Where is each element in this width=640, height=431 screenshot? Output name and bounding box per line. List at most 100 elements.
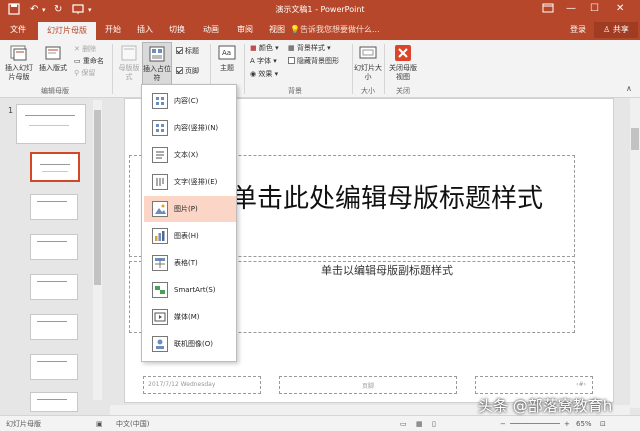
checkbox-footer: [176, 67, 183, 74]
dd-item-content[interactable]: 内容(C): [144, 88, 236, 114]
dd-item-smartart[interactable]: SmartArt(S): [144, 277, 236, 303]
smartart-icon: [152, 282, 168, 298]
thumbnail-layout[interactable]: [30, 354, 78, 380]
dd-item-media[interactable]: 媒体(M): [144, 304, 236, 330]
zoom-out-icon[interactable]: −: [500, 419, 506, 429]
tab-view[interactable]: 视图: [264, 20, 290, 40]
thumbnail-layout[interactable]: [30, 194, 78, 220]
person-icon: ♙: [603, 25, 611, 34]
zoom-level[interactable]: 65%: [576, 419, 592, 429]
scrollbar-thumb[interactable]: [94, 110, 101, 285]
checkbox-title: [176, 47, 183, 54]
canvas-vertical-scrollbar[interactable]: [630, 98, 640, 408]
slide-size-button[interactable]: 幻灯片大小: [354, 64, 382, 82]
close-master-button[interactable]: 关闭母版视图: [386, 64, 420, 82]
sorter-view-icon[interactable]: ▦: [416, 419, 423, 429]
login-link[interactable]: 登录: [570, 24, 586, 36]
fonts-button[interactable]: A 字体 ▾: [250, 56, 277, 66]
slide-size-icon: [359, 44, 377, 62]
fit-slide-icon[interactable]: ⊡: [600, 419, 606, 429]
insert-master-icon: [10, 44, 28, 62]
thumbnail-master[interactable]: [16, 104, 86, 144]
tab-transitions[interactable]: 切换: [164, 20, 190, 40]
minimize-icon[interactable]: —: [566, 2, 576, 16]
rename-icon: ▭: [74, 57, 81, 65]
page-number-text: ‹#›: [576, 381, 586, 388]
thumbnail-scrollbar[interactable]: [93, 100, 102, 400]
rename-button[interactable]: ▭ 重命名: [74, 56, 104, 66]
scrollbar-thumb[interactable]: [631, 128, 639, 150]
separator: [384, 44, 385, 94]
spellcheck-icon[interactable]: ▣: [96, 419, 103, 429]
group-label-close: 关闭: [396, 87, 410, 95]
chart-icon: [152, 228, 168, 244]
master-layout-button[interactable]: 母版版式: [116, 64, 142, 82]
tab-file[interactable]: 文件: [4, 20, 32, 40]
thumbnail-layout[interactable]: [30, 392, 78, 412]
colors-button[interactable]: ■ 颜色 ▾: [250, 43, 279, 53]
ribbon: 插入幻灯片母版 插入版式 ✕ 删除 ▭ 重命名 ⚲ 保留 编辑母版 母版版式 插…: [0, 40, 640, 98]
zoom-slider[interactable]: [510, 423, 560, 424]
footer-placeholder[interactable]: 页脚: [279, 376, 457, 394]
close-window-icon[interactable]: ✕: [616, 2, 624, 16]
theme-button[interactable]: 主题: [214, 64, 240, 73]
date-placeholder[interactable]: 2017/7/12 Wednesday: [143, 376, 261, 394]
dd-item-text[interactable]: 文本(X): [144, 142, 236, 168]
online-image-icon: [152, 336, 168, 352]
theme-icon: Aa: [218, 44, 236, 62]
page-number-placeholder[interactable]: ‹#›: [475, 376, 593, 394]
share-label: 共享: [612, 25, 629, 34]
tab-animations[interactable]: 动画: [198, 20, 224, 40]
normal-view-icon[interactable]: ▭: [400, 419, 407, 429]
insert-layout-button[interactable]: 插入版式: [36, 64, 70, 73]
tab-slide-master[interactable]: 幻灯片母版: [38, 22, 96, 40]
bg-styles-icon: ▦: [288, 44, 295, 52]
dd-item-picture[interactable]: 图片(P): [144, 196, 236, 222]
content-vertical-icon: [152, 120, 168, 136]
tab-home[interactable]: 开始: [100, 20, 126, 40]
delete-icon: ✕: [74, 45, 80, 53]
dd-item-table[interactable]: 表格(T): [144, 250, 236, 276]
delete-button[interactable]: ✕ 删除: [74, 44, 96, 54]
master-layout-icon: [120, 44, 138, 62]
thumb-number: 1: [8, 106, 14, 115]
tab-insert[interactable]: 插入: [132, 20, 158, 40]
dd-item-text-vertical[interactable]: 文字(竖排)(E): [144, 169, 236, 195]
status-language[interactable]: 中文(中国): [116, 419, 149, 429]
zoom-in-icon[interactable]: +: [564, 419, 570, 429]
status-bar: 幻灯片母版 ▣ 中文(中国) ▭ ▦ ▯ − + 65% ⊡: [0, 415, 640, 431]
separator: [244, 44, 245, 94]
maximize-icon[interactable]: ☐: [590, 2, 599, 16]
insert-placeholder-label: 插入占位符: [143, 65, 171, 82]
tab-review[interactable]: 审阅: [232, 20, 258, 40]
hide-bg-checkbox[interactable]: 隐藏背景图形: [288, 56, 339, 66]
effects-button[interactable]: ◉ 效果 ▾: [250, 69, 278, 79]
thumbnail-layout[interactable]: [30, 274, 78, 300]
dd-item-content-vertical[interactable]: 内容(竖排)(N): [144, 115, 236, 141]
picture-icon: [152, 201, 168, 217]
bg-styles-button[interactable]: ▦ 背景样式 ▾: [288, 43, 331, 53]
status-view-name: 幻灯片母版: [6, 420, 41, 428]
thumbnail-layout-selected[interactable]: [30, 152, 80, 182]
text-icon: [152, 147, 168, 163]
pin-icon: ⚲: [74, 69, 80, 77]
tell-me-box[interactable]: 告诉我您想要做什么...: [300, 24, 380, 36]
svg-text:Aa: Aa: [222, 49, 231, 57]
thumbnail-layout[interactable]: [30, 314, 78, 340]
title-checkbox[interactable]: 标题: [176, 46, 199, 56]
reading-view-icon[interactable]: ▯: [432, 419, 436, 429]
preserve-button[interactable]: ⚲ 保留: [74, 68, 95, 78]
ribbon-display-icon[interactable]: [542, 2, 554, 19]
footer-checkbox[interactable]: 页脚: [176, 66, 199, 76]
table-icon: [152, 255, 168, 271]
effects-icon: ◉: [250, 70, 257, 78]
insert-placeholder-icon: [148, 45, 166, 63]
collapse-ribbon-icon[interactable]: ∧: [626, 84, 632, 93]
close-master-icon: [394, 44, 412, 62]
insert-master-button[interactable]: 插入幻灯片母版: [2, 64, 36, 82]
dd-item-chart[interactable]: 图表(H): [144, 223, 236, 249]
dd-item-online-image[interactable]: 联机图像(O): [144, 331, 236, 357]
watermark: 头条 @部落窝教育h: [478, 397, 613, 415]
thumbnail-layout[interactable]: [30, 234, 78, 260]
share-button[interactable]: ♙ 共享: [594, 22, 638, 38]
